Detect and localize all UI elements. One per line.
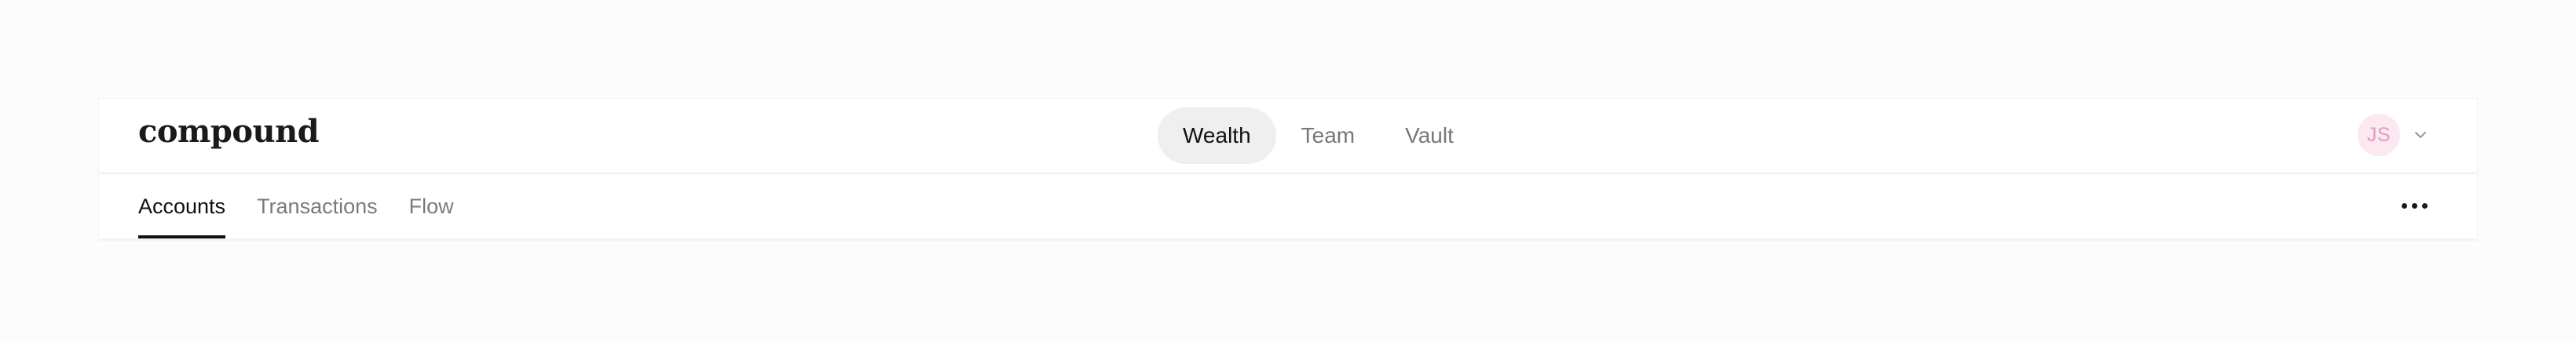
chevron-down-icon [2413, 127, 2428, 143]
nav-item-vault[interactable]: Vault [1380, 107, 1479, 164]
nav-item-label: Team [1301, 123, 1356, 147]
more-options-button[interactable] [2395, 190, 2433, 221]
sub-tabs: Accounts Transactions Flow [138, 174, 485, 238]
main-nav: Wealth Team Vault [1158, 99, 1479, 173]
tab-label: Transactions [257, 194, 378, 218]
nav-item-wealth[interactable]: Wealth [1158, 107, 1276, 164]
more-horizontal-icon [2399, 202, 2430, 209]
top-navbar: compound Wealth Team Vault JS [99, 99, 2477, 174]
sub-navbar: Accounts Transactions Flow [99, 174, 2477, 240]
app-logo[interactable]: compound [138, 110, 320, 154]
nav-item-team[interactable]: Team [1276, 107, 1380, 164]
avatar: JS [2358, 114, 2400, 156]
nav-item-label: Vault [1405, 123, 1454, 147]
app-header: compound Wealth Team Vault JS Accounts T… [99, 99, 2477, 240]
tab-accounts[interactable]: Accounts [138, 174, 226, 238]
tab-label: Flow [408, 194, 454, 218]
user-menu-button[interactable]: JS [2358, 111, 2428, 158]
tab-flow[interactable]: Flow [409, 174, 454, 238]
tab-transactions[interactable]: Transactions [257, 174, 378, 238]
tab-label: Accounts [138, 194, 226, 218]
nav-item-label: Wealth [1183, 123, 1251, 147]
